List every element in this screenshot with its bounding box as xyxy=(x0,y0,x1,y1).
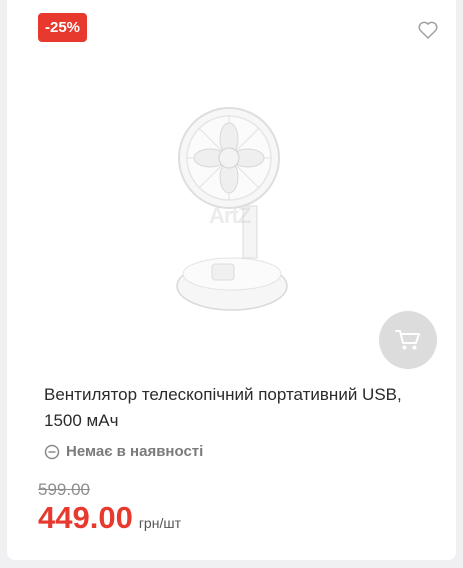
product-card[interactable]: -25% ArtZ Вентилятор телескопічний порта… xyxy=(7,0,456,560)
price-unit: грн/шт xyxy=(138,515,181,531)
stock-status-label: Немає в наявності xyxy=(66,443,204,460)
watermark: ArtZ xyxy=(209,203,251,228)
product-title[interactable]: Вентилятор телескопічний портативний USB… xyxy=(44,382,434,434)
shopping-cart-icon xyxy=(395,330,420,350)
favorite-button[interactable] xyxy=(416,18,440,42)
add-to-cart-button[interactable] xyxy=(379,311,437,369)
current-price: 449.00 грн/шт xyxy=(38,500,181,536)
old-price: 599.00 xyxy=(38,480,90,499)
stock-status: Немає в наявності xyxy=(44,443,203,460)
discount-badge: -25% xyxy=(38,13,88,42)
price-amount: 449.00 xyxy=(38,500,133,535)
heart-outline-icon xyxy=(418,21,438,39)
minus-circle-icon xyxy=(44,444,60,459)
